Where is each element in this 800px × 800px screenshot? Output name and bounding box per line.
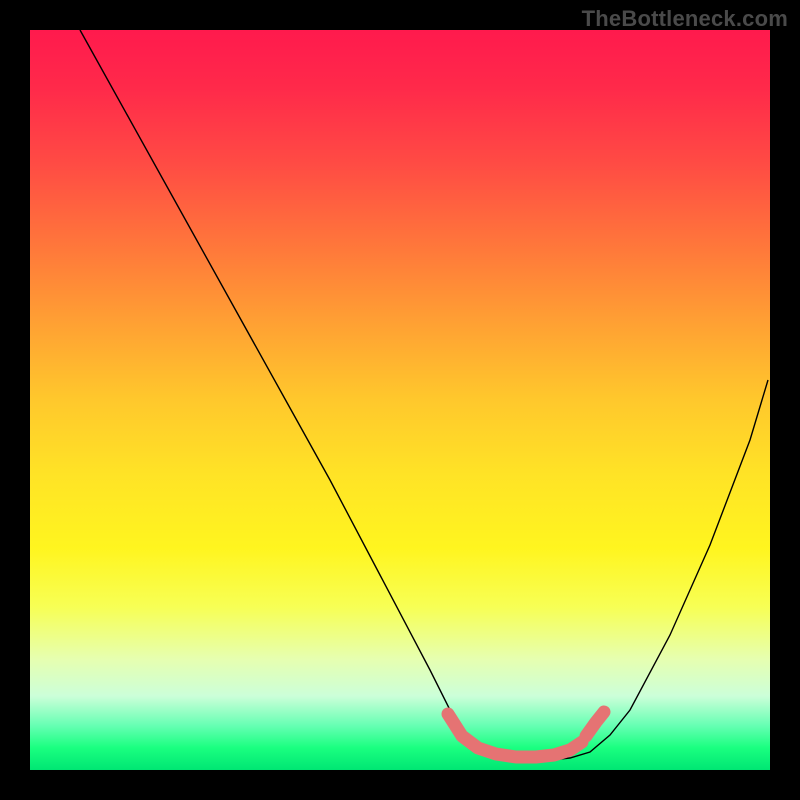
bottleneck-svg: [30, 30, 770, 770]
bottleneck-curve: [80, 30, 768, 760]
curve-minimum-highlight: [448, 712, 604, 757]
watermark-text: TheBottleneck.com: [582, 6, 788, 32]
chart-area: [30, 30, 770, 770]
